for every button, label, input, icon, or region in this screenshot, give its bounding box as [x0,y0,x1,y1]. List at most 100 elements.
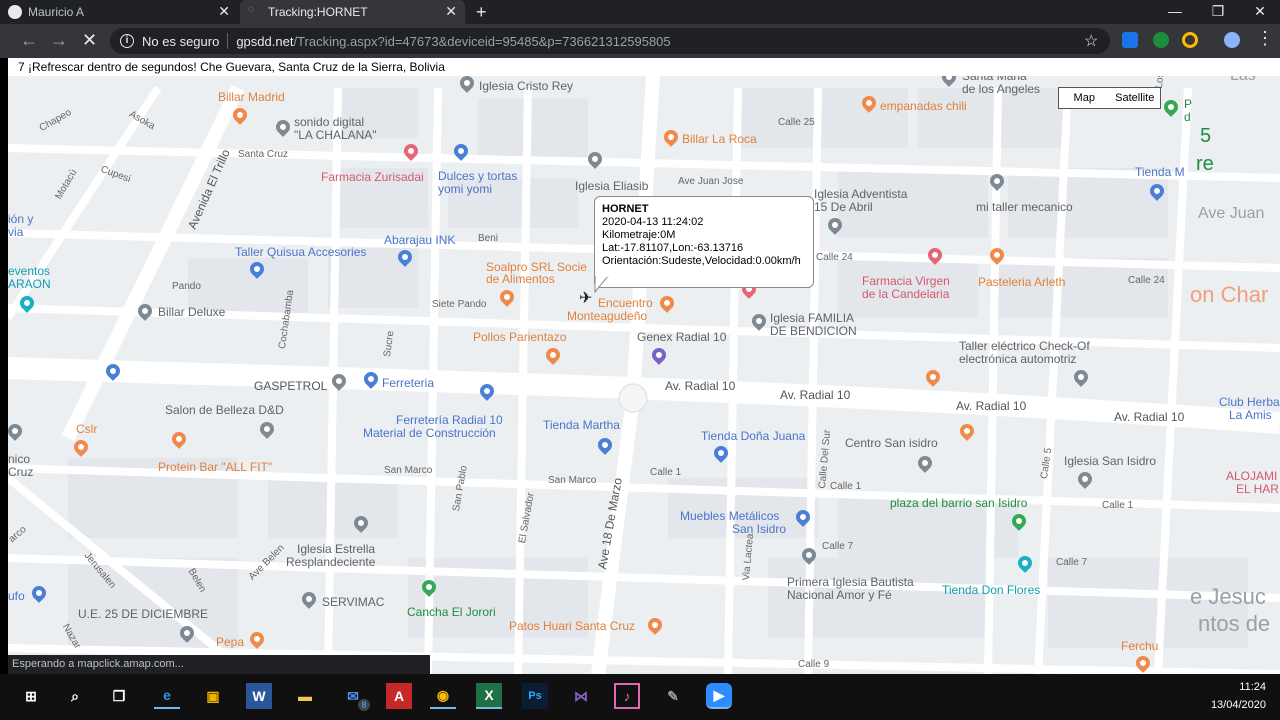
stop-icon[interactable]: ✕ [82,30,97,51]
map-label[interactable]: yomi yomi [438,183,492,196]
map-label[interactable]: "LA CHALANA" [294,129,377,142]
map-label[interactable]: de los Angeles [962,83,1040,96]
map-label[interactable]: San Isidro [732,523,786,536]
system-clock[interactable]: 11:24 13/04/2020 [1211,678,1266,714]
visual-studio-icon[interactable]: ⋈ [568,683,594,709]
excel-icon[interactable]: X [476,683,502,709]
map-label[interactable]: EL HAR [1236,483,1279,496]
map-label[interactable]: mi taller mecanico [976,201,1073,214]
map-label[interactable]: U.E. 25 DE DICIEMBRE [78,608,208,621]
map-label[interactable]: Taller Quisua Accesories [235,246,366,259]
map-label[interactable]: plaza del barrio san Isidro [890,497,1027,510]
map-page[interactable]: 7 ¡Refrescar dentro de segundos! Che Gue… [8,58,1280,674]
map-label[interactable]: Ferchu [1121,640,1158,653]
close-icon[interactable]: ✕ [218,3,230,20]
map-type-satellite-button[interactable]: Satellite [1110,88,1161,108]
map-label[interactable]: Monteagudeño [567,310,647,323]
map-label[interactable]: Pollos Parientazo [473,331,566,344]
address-bar[interactable]: i No es seguro gpsdd.net /Tracking.aspx?… [110,28,1110,54]
windows-start-icon[interactable]: ⊞ [18,683,44,709]
map-label[interactable]: electrónica automotriz [959,353,1076,366]
new-tab-button[interactable]: + [476,0,487,24]
map-label[interactable]: empanadas chili [880,100,967,113]
extension-s-icon[interactable] [1122,32,1138,48]
map-label[interactable]: Tienda Doña Juana [701,430,805,443]
map-label[interactable]: de Alimentos [486,273,555,286]
task-view-icon[interactable]: ❐ [106,683,132,709]
map-label[interactable]: Billar La Roca [682,133,757,146]
app-icon[interactable]: ♪ [614,683,640,709]
divider [227,33,229,49]
map-label[interactable]: Tienda Martha [543,419,620,432]
map-label[interactable]: Salon de Belleza D&D [165,404,284,417]
map-label[interactable]: Pasteleria Arleth [978,276,1065,289]
map-label[interactable]: Farmacia Zurisadai [321,171,424,184]
map-label[interactable]: Genex Radial 10 [637,331,726,344]
map-label[interactable]: Resplandeciente [286,556,375,569]
map-label[interactable]: Protein Bar "ALL FIT" [158,461,272,474]
map-label[interactable]: Nacional Amor y Fé [787,589,892,602]
map-label[interactable]: Tienda M [1135,166,1185,179]
mail-icon[interactable]: ✉ 8 [340,683,370,711]
map-label[interactable]: Billar Deluxe [158,306,225,319]
map-label[interactable]: La Amis [1229,409,1272,422]
map-label[interactable]: Tienda Don Flores [942,584,1040,597]
photoshop-icon[interactable]: Ps [522,683,548,709]
forward-icon[interactable]: → [50,30,68,51]
map-label[interactable]: de la Candelaria [862,288,949,301]
map-label[interactable]: 15 De Abril [814,201,873,214]
map-label[interactable]: DE BENDICION [770,325,857,338]
app-icon[interactable]: ✎ [660,683,686,709]
map-label[interactable]: Cruz [8,466,33,479]
map-label[interactable]: Ferreteria [382,377,434,390]
map-label[interactable]: ufo [8,590,25,603]
zoom-icon[interactable]: ▶ [706,683,732,709]
word-icon[interactable]: W [246,683,272,709]
edge-browser-icon[interactable]: e [154,683,180,709]
map-label[interactable]: Patos Huari Santa Cruz [509,620,635,633]
back-icon[interactable]: ← [20,30,38,51]
search-icon[interactable]: ⌕ [62,683,88,709]
map-label[interactable]: Iglesia Cristo Rey [479,80,573,93]
map-label[interactable]: SERVIMAC [322,596,384,609]
browser-status-bar: Esperando a mapclick.amap.com... [8,655,430,674]
chrome-icon[interactable]: ◉ [430,683,456,709]
menu-icon[interactable]: ⋮ [1256,28,1274,49]
security-label[interactable]: No es seguro [142,34,219,49]
minimize-button[interactable]: — [1155,0,1195,24]
tab-tracking[interactable]: ◌ Tracking:HORNET ✕ [240,0,465,24]
map-label[interactable]: Abarajau INK [384,234,455,247]
url-host[interactable]: gpsdd.net [236,34,293,49]
store-icon[interactable]: ▣ [200,683,226,709]
map-label[interactable]: Iglesia San Isidro [1064,455,1156,468]
map-label[interactable]: Centro San isidro [845,437,938,450]
map-label[interactable]: Cslr [76,423,97,436]
vehicle-coordinates: Lat:-17.81107,Lon:-63.13716 [602,242,744,254]
map-label[interactable]: ARAON [8,278,51,291]
vehicle-marker-icon[interactable]: ✈ [579,288,592,308]
map-label[interactable]: Cancha El Jorori [407,606,496,619]
map-label[interactable]: via [8,226,23,239]
bookmark-star-icon[interactable]: ☆ [1084,31,1098,51]
map-label[interactable]: GASPETROL [254,380,327,393]
street-label: Santa Cruz [238,149,289,160]
extension-green-icon[interactable] [1153,32,1169,48]
extension-ring-icon[interactable] [1182,32,1198,48]
maximize-button[interactable]: ❐ [1198,0,1238,24]
map-type-map-button[interactable]: Map [1059,88,1110,108]
close-icon[interactable]: ✕ [445,3,457,20]
info-icon[interactable]: i [120,34,134,48]
acrobat-icon[interactable]: A [386,683,412,709]
map-label[interactable]: Iglesia Eliasib [575,180,648,193]
map-label[interactable]: Billar Madrid [218,91,285,104]
tab-mauricio[interactable]: Mauricio A ✕ [0,0,238,24]
map-label: e Jesuc [1190,584,1266,609]
file-explorer-icon[interactable]: ▬ [292,683,318,709]
avatar[interactable] [1224,32,1240,48]
vehicle-mileage: Kilometraje:0M [602,229,676,241]
url-path[interactable]: /Tracking.aspx?id=47673&deviceid=95485&p… [293,34,670,49]
close-window-button[interactable]: ✕ [1240,0,1280,24]
street-label: San Marco [384,465,433,476]
map-label[interactable]: Material de Construcción [363,427,496,440]
map-label[interactable]: Pepa [216,636,244,649]
